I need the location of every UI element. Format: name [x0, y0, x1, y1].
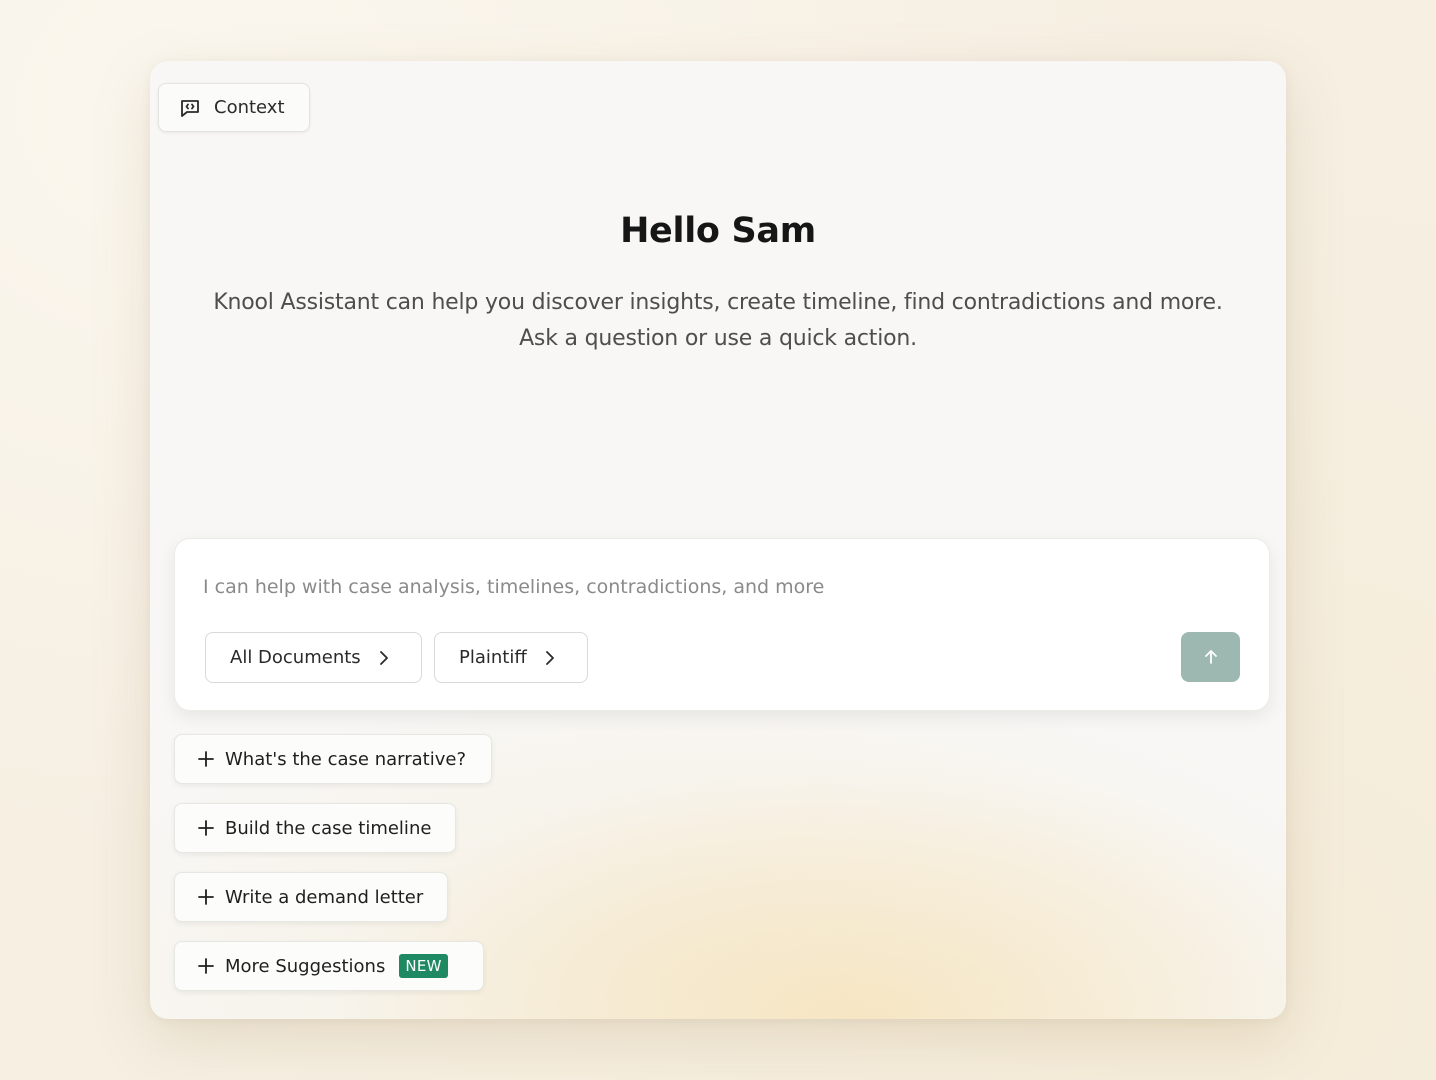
intro-line-2: Ask a question or use a quick action. [519, 326, 917, 351]
suggestion-label: What's the case narrative? [225, 748, 466, 770]
party-filter-chip[interactable]: Plaintiff [434, 632, 588, 683]
suggestion-case-narrative[interactable]: What's the case narrative? [174, 734, 492, 784]
new-badge: NEW [399, 954, 448, 978]
context-button[interactable]: Context [158, 83, 310, 132]
suggestion-label: More Suggestions [225, 955, 386, 977]
documents-filter-chip[interactable]: All Documents [205, 632, 422, 683]
arrow-up-icon [1204, 650, 1217, 664]
intro-line-1: Knool Assistant can help you discover in… [213, 290, 1223, 315]
plus-icon [198, 958, 214, 974]
send-button[interactable] [1181, 632, 1240, 682]
plus-icon [198, 820, 214, 836]
page-title: Hello Sam [620, 211, 816, 251]
suggestion-label: Write a demand letter [225, 886, 424, 908]
suggestion-label: Build the case timeline [225, 817, 432, 839]
message-code-icon [181, 99, 199, 117]
chevron-right-icon [379, 650, 388, 665]
plus-icon [198, 751, 214, 767]
suggestion-case-timeline[interactable]: Build the case timeline [174, 803, 456, 853]
chat-composer: All Documents Plaintiff [174, 538, 1270, 711]
chat-input[interactable] [203, 569, 1103, 605]
plus-icon [198, 889, 214, 905]
assistant-panel: Context Hello Sam Knool Assistant can he… [150, 61, 1286, 1019]
suggestion-more[interactable]: More Suggestions NEW [174, 941, 484, 991]
chevron-right-icon [545, 650, 554, 665]
intro-text: Knool Assistant can help you discover in… [150, 285, 1286, 357]
documents-filter-label: All Documents [230, 647, 361, 668]
suggestion-demand-letter[interactable]: Write a demand letter [174, 872, 448, 922]
context-button-label: Context [214, 97, 285, 118]
party-filter-label: Plaintiff [459, 647, 527, 668]
